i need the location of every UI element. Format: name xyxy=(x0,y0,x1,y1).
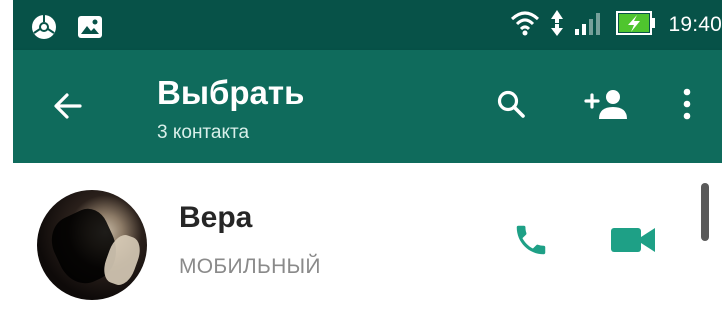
more-vert-icon xyxy=(682,88,692,125)
phone-icon xyxy=(512,221,550,264)
battery-charging-icon xyxy=(616,10,658,41)
wifi-icon xyxy=(510,10,540,41)
toolbar-title: Выбрать xyxy=(157,74,305,111)
video-call-icon xyxy=(610,225,656,260)
add-contact-button[interactable] xyxy=(581,84,631,128)
back-button[interactable] xyxy=(50,88,86,124)
more-options-button[interactable] xyxy=(669,84,705,128)
data-arrows-icon xyxy=(550,9,564,42)
toolbar-subtitle: 3 контакта xyxy=(157,122,250,143)
scrollbar[interactable] xyxy=(701,183,709,241)
app-toolbar: Выбрать 3 контакта xyxy=(13,50,722,163)
arrow-back-icon xyxy=(50,93,86,128)
list-item[interactable]: Вера МОБИЛЬНЫЙ xyxy=(13,173,722,303)
status-time: 19:40 xyxy=(668,13,722,36)
video-call-button[interactable] xyxy=(606,220,660,264)
chrome-icon xyxy=(31,14,57,45)
contact-name: Вера xyxy=(179,201,253,234)
image-icon xyxy=(77,15,103,44)
app-frame: 19:40 Выбрать 3 контакта Вера МОБИЛЬНЫЙ xyxy=(13,0,722,311)
status-bar: 19:40 xyxy=(13,0,722,50)
avatar[interactable] xyxy=(37,190,147,300)
add-contact-icon xyxy=(584,88,628,125)
search-button[interactable] xyxy=(489,84,533,128)
signal-icon xyxy=(574,10,606,41)
contact-phone-type: МОБИЛЬНЫЙ xyxy=(179,255,321,278)
voice-call-button[interactable] xyxy=(509,220,553,264)
contact-list: Вера МОБИЛЬНЫЙ xyxy=(13,163,722,311)
search-icon xyxy=(496,89,526,124)
